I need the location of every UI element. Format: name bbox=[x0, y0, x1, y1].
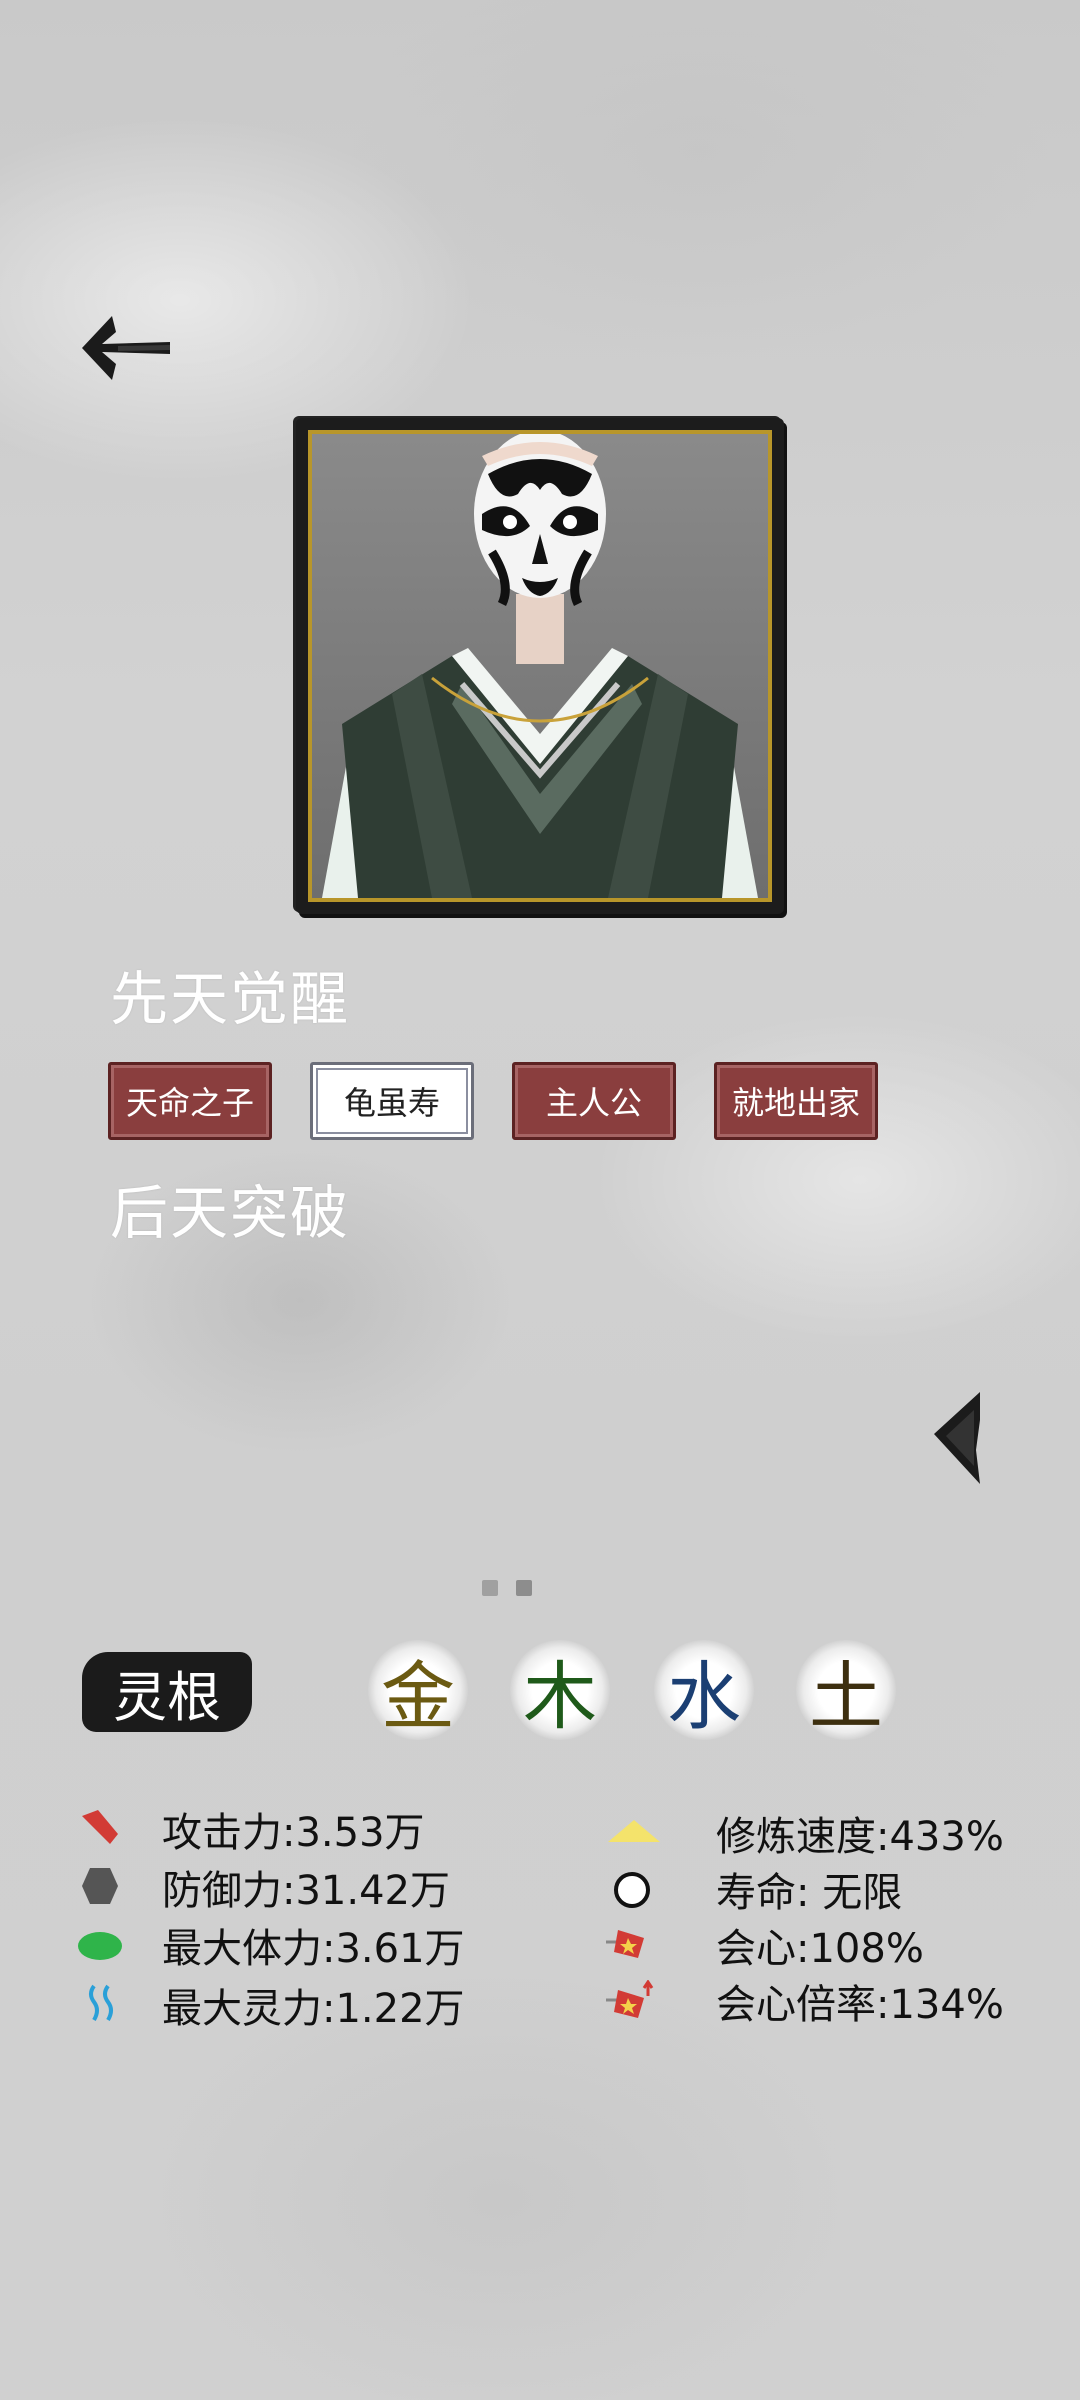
stat-max-mana: 最大灵力:1.22万 bbox=[162, 1986, 465, 2032]
left-triangle-arrow-icon[interactable] bbox=[930, 1390, 984, 1486]
trait-tag-3[interactable]: 主人公 bbox=[512, 1062, 676, 1140]
page-dot-2[interactable] bbox=[516, 1580, 532, 1596]
stat-defense: 防御力:31.42万 bbox=[162, 1868, 450, 1914]
trait-tag-2[interactable]: 龟虽寿 bbox=[310, 1062, 474, 1140]
character-portrait bbox=[296, 418, 784, 914]
stat-critical-multiplier: 会心倍率:134% bbox=[716, 1982, 1004, 2028]
attack-icon bbox=[80, 1808, 120, 1848]
defense-icon bbox=[80, 1866, 120, 1906]
stat-critical: 会心:108% bbox=[716, 1926, 924, 1972]
portrait-image bbox=[308, 430, 772, 902]
lifespan-icon bbox=[612, 1870, 652, 1910]
mana-icon bbox=[84, 1984, 124, 2024]
acquired-breakthrough-title: 后天突破 bbox=[110, 1179, 351, 1247]
element-earth: 土 bbox=[796, 1640, 896, 1740]
innate-awakening-title: 先天觉醒 bbox=[110, 965, 351, 1033]
critical-multiplier-icon bbox=[604, 1979, 658, 2020]
stat-cultivation-speed: 修炼速度:433% bbox=[716, 1814, 1004, 1860]
back-arrow-icon[interactable] bbox=[78, 312, 174, 384]
stat-attack: 攻击力:3.53万 bbox=[162, 1810, 425, 1856]
element-water: 水 bbox=[654, 1640, 754, 1740]
trait-tag-1[interactable]: 天命之子 bbox=[108, 1062, 272, 1140]
trait-tag-4[interactable]: 就地出家 bbox=[714, 1062, 878, 1140]
element-metal: 金 bbox=[368, 1640, 468, 1740]
cultivation-speed-icon bbox=[606, 1816, 662, 1856]
critical-icon bbox=[604, 1924, 654, 1964]
stat-max-health: 最大体力:3.61万 bbox=[162, 1926, 465, 1972]
element-wood: 木 bbox=[510, 1640, 610, 1740]
stat-lifespan: 寿命: 无限 bbox=[716, 1870, 903, 1916]
spiritual-root-label: 灵根 bbox=[82, 1652, 252, 1732]
health-icon bbox=[76, 1926, 124, 1966]
page-dot-1[interactable] bbox=[482, 1580, 498, 1596]
